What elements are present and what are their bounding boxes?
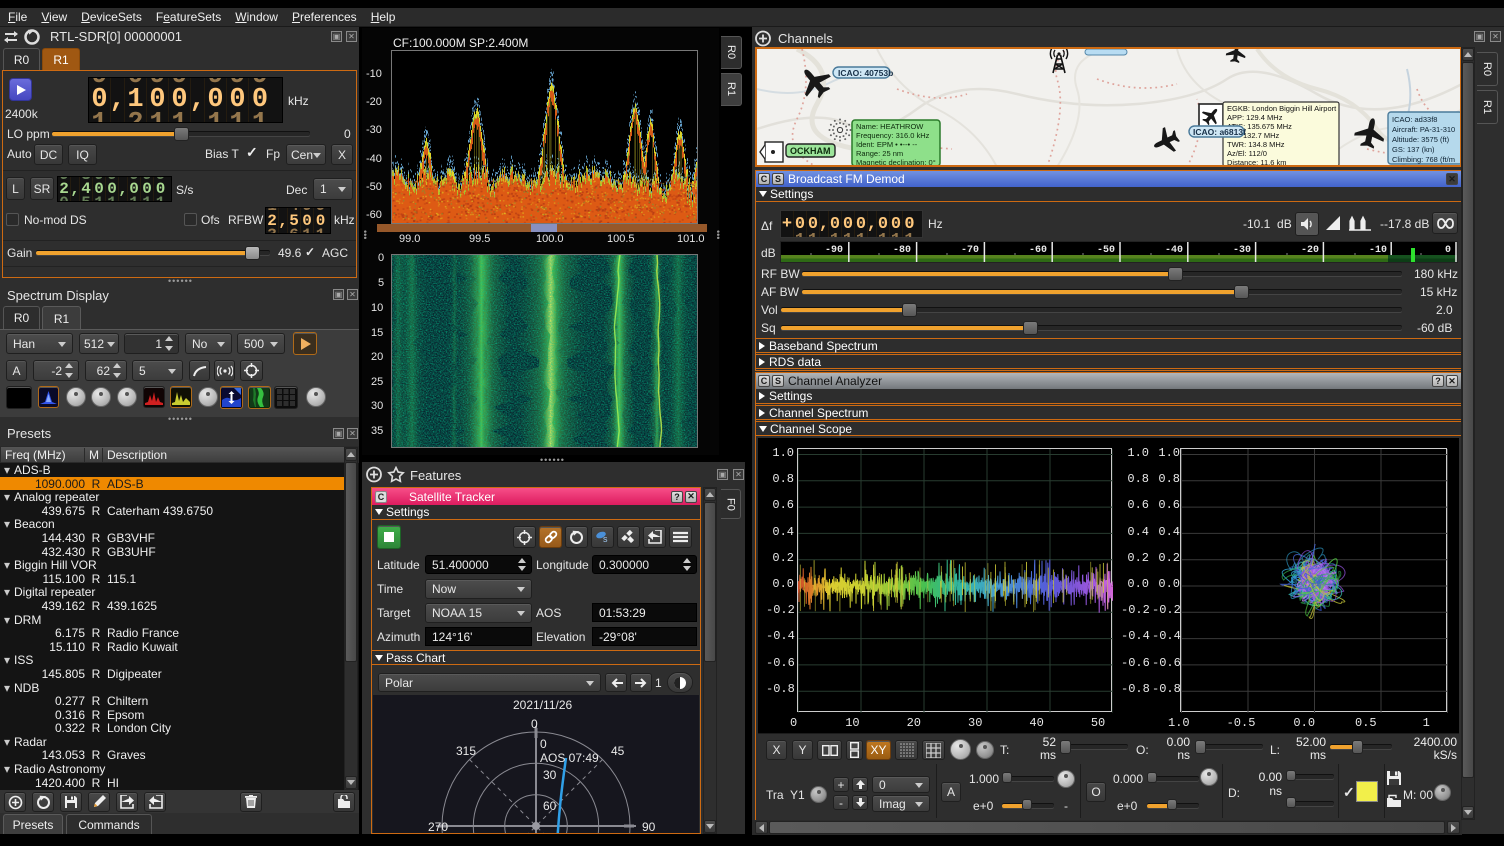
svg-text:-10: -10 [1369, 245, 1387, 256]
svg-text:ICAO: a6813f: ICAO: a6813f [1193, 127, 1246, 137]
svg-text:60: 60 [543, 799, 557, 813]
svg-text:AOS 07:49: AOS 07:49 [540, 751, 599, 765]
svg-text:-30: -30 [1233, 245, 1251, 256]
svg-text:Climbing: 768 (ft/m: Climbing: 768 (ft/m [1392, 155, 1455, 164]
svg-text:-50: -50 [1097, 245, 1115, 256]
svg-text:Magnetic declination: 0°: Magnetic declination: 0° [856, 158, 936, 167]
svg-text:315: 315 [456, 744, 476, 758]
svg-text:ICAO: ad33f8: ICAO: ad33f8 [1392, 115, 1437, 124]
svg-text:Ident: EPM • •--• --: Ident: EPM • •--• -- [856, 140, 918, 149]
svg-text:30: 30 [543, 768, 557, 782]
svg-text:-60: -60 [1029, 245, 1047, 256]
svg-text:270: 270 [428, 820, 448, 833]
svg-text:Name: HEATHROW: Name: HEATHROW [856, 122, 924, 131]
svg-text:132.7 MHz: 132.7 MHz [1243, 131, 1280, 140]
svg-text:0: 0 [540, 737, 547, 751]
svg-text:Altitude: 3575 (ft): Altitude: 3575 (ft) [1392, 135, 1450, 144]
svg-text:2021/11/26: 2021/11/26 [513, 698, 572, 712]
svg-text:0: 0 [1445, 245, 1451, 256]
svg-text:0: 0 [531, 717, 538, 731]
svg-text:s: s [603, 534, 608, 544]
svg-text:ICAO: 40753b: ICAO: 40753b [838, 68, 893, 78]
svg-text:Az/El: 112/0: Az/El: 112/0 [1227, 149, 1267, 158]
svg-text:45: 45 [611, 744, 625, 758]
svg-text:Range: 25 nm: Range: 25 nm [856, 149, 903, 158]
svg-text:APP: 129.4 MHz: APP: 129.4 MHz [1227, 113, 1283, 122]
svg-text:90: 90 [642, 820, 656, 833]
svg-text:-40: -40 [1165, 245, 1183, 256]
svg-text:-90: -90 [825, 245, 843, 256]
svg-text:Distance: 11.6 km: Distance: 11.6 km [1227, 158, 1286, 167]
svg-text:Frequency: 316.0 kHz: Frequency: 316.0 kHz [856, 131, 930, 140]
svg-text:-80: -80 [893, 245, 911, 256]
svg-text:GS: 137 (kn): GS: 137 (kn) [1392, 145, 1435, 154]
svg-text:EGKB: London Biggin Hill Airpo: EGKB: London Biggin Hill Airport [1227, 104, 1337, 113]
svg-text:TWR: 134.8 MHz: TWR: 134.8 MHz [1227, 140, 1285, 149]
svg-text:-70: -70 [961, 245, 979, 256]
svg-text:OCKHAM: OCKHAM [790, 146, 831, 156]
svg-text:-20: -20 [1301, 245, 1319, 256]
svg-text:Aircraft: PA-31-310: Aircraft: PA-31-310 [1392, 125, 1455, 134]
